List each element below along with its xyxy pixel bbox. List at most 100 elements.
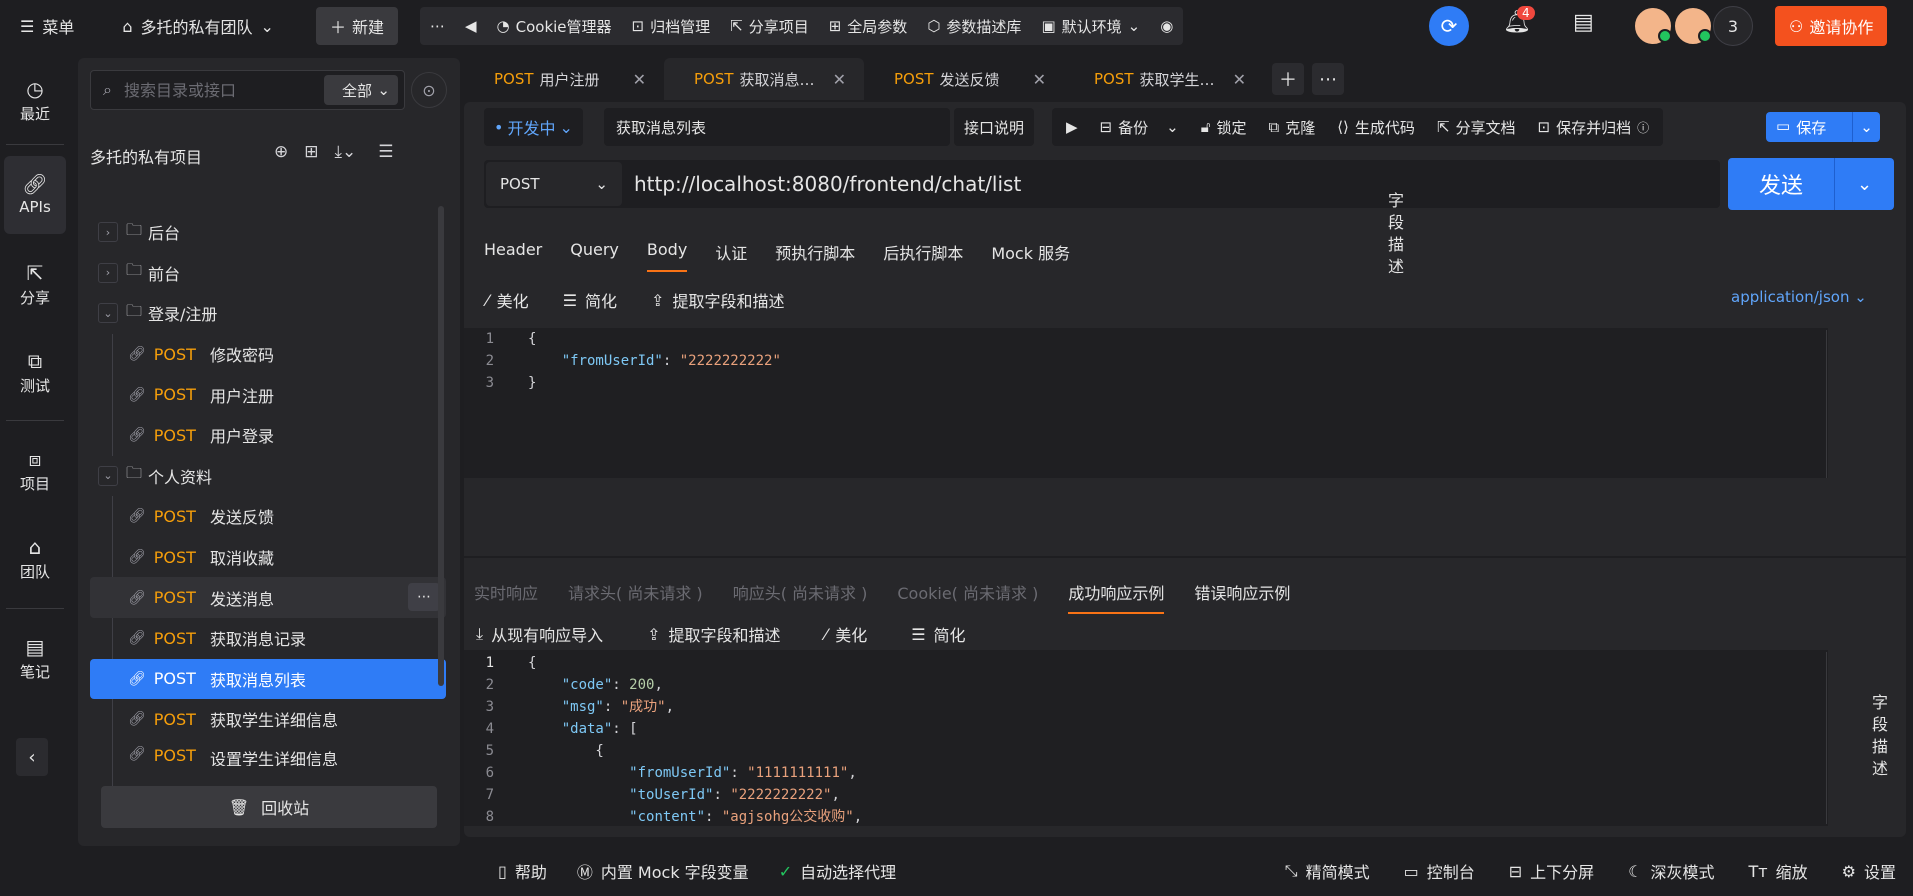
simplify-button[interactable]: ☰ 简化 xyxy=(911,622,965,646)
eye-icon[interactable]: ◉ xyxy=(1160,17,1173,35)
search-input[interactable] xyxy=(123,80,324,100)
collapse-nav-button[interactable]: ‹ xyxy=(16,738,48,776)
tab-pre-script[interactable]: 预执行脚本 xyxy=(775,240,855,272)
notes-icon[interactable]: ▤ xyxy=(1573,10,1594,35)
nav-share[interactable]: ⇱ 分享 xyxy=(4,246,66,324)
close-icon[interactable]: ✕ xyxy=(1233,70,1246,89)
dark-mode-button[interactable]: ☾ 深灰模式 xyxy=(1628,859,1714,883)
avatar[interactable] xyxy=(1633,6,1673,46)
param-desc-lib-button[interactable]: ⬡ 参数描述库 xyxy=(927,16,1021,37)
auto-proxy-button[interactable]: ✓ 自动选择代理 xyxy=(779,859,896,883)
cookie-manager-button[interactable]: ◔ Cookie管理器 xyxy=(497,16,612,37)
zoom-button[interactable]: Tт 缩放 xyxy=(1749,859,1808,883)
add-folder-icon[interactable]: ⊞ xyxy=(304,142,318,162)
member-count[interactable]: 3 xyxy=(1713,6,1753,46)
content-type-select[interactable]: application/json ⌄ xyxy=(1731,288,1867,306)
env-selector[interactable]: ▣ 默认环境 ⌄ xyxy=(1041,16,1140,37)
nav-test[interactable]: ⧉ 测试 xyxy=(4,334,66,412)
nav-team[interactable]: ⌂ 团队 xyxy=(4,520,66,598)
chevron-down-icon[interactable]: ⌄ xyxy=(1834,158,1894,210)
nav-apis[interactable]: 🔗︎ APIs xyxy=(4,156,66,234)
global-params-button[interactable]: ⊞ 全局参数 xyxy=(829,16,908,37)
avatar[interactable] xyxy=(1673,6,1713,46)
tab-send-feedback[interactable]: POST 发送反馈 ✕ xyxy=(864,58,1064,100)
compact-mode-button[interactable]: ⤡ 精简模式 xyxy=(1285,859,1370,883)
field-description-toggle[interactable]: 字段描述 xyxy=(1866,692,1894,780)
extract-fields-button[interactable]: ⇪ 提取字段和描述 xyxy=(651,288,784,312)
tab-header[interactable]: Header xyxy=(484,240,542,272)
share-project-button[interactable]: ⇱ 分享项目 xyxy=(730,16,809,37)
invite-button[interactable]: ⚇ 邀请协作 xyxy=(1775,6,1888,46)
tab-get-message-list[interactable]: POST 获取消息… ✕ xyxy=(664,58,864,100)
nav-projects[interactable]: ⧈ 项目 xyxy=(4,432,66,510)
field-description-toggle[interactable]: 字段描述 xyxy=(1382,190,1410,278)
tab-post-script[interactable]: 后执行脚本 xyxy=(883,240,963,272)
simplify-button[interactable]: ☰ 简化 xyxy=(563,288,617,312)
status-select[interactable]: • 开发中 ⌄ xyxy=(484,108,583,146)
save-archive-button[interactable]: ⊡ 保存并归档 ⓘ xyxy=(1538,117,1650,138)
tab-error-example[interactable]: 错误响应示例 xyxy=(1194,580,1290,614)
more-icon[interactable]: ⋯ xyxy=(408,583,440,612)
save-button[interactable]: ▭ 保存 ⌄ xyxy=(1766,112,1880,142)
chevron-down-icon[interactable]: ⌄ xyxy=(1852,112,1880,142)
tab-success-example[interactable]: 成功响应示例 xyxy=(1068,580,1165,614)
beautify-button[interactable]: ⁄ 美化 xyxy=(825,622,868,646)
api-item[interactable]: 🔗︎ POST 获取消息记录 xyxy=(90,618,446,659)
api-item[interactable]: 🔗︎ POST 设置学生详细信息 xyxy=(90,740,446,766)
tab-response-headers[interactable]: 响应头( 尚未请求 ) xyxy=(733,580,868,614)
console-button[interactable]: ▭ 控制台 xyxy=(1404,859,1475,883)
folder-backend[interactable]: › 🗀︎ 后台 xyxy=(90,212,446,253)
api-item[interactable]: 🔗︎ POST 发送消息 ⋯ xyxy=(90,577,446,618)
collapse-all-icon[interactable]: ☰ xyxy=(378,142,393,162)
generate-code-button[interactable]: ⟨⟩ 生成代码 xyxy=(1337,117,1415,138)
more-icon[interactable]: ⋯ xyxy=(430,17,445,35)
settings-button[interactable]: ⚙ 设置 xyxy=(1842,859,1896,883)
import-response-button[interactable]: ⤓ 从现有响应导入 xyxy=(476,622,603,646)
add-api-icon[interactable]: ⊕ xyxy=(274,142,288,162)
add-tab-button[interactable]: ＋ xyxy=(1272,63,1304,95)
tab-request-headers[interactable]: 请求头( 尚未请求 ) xyxy=(568,580,703,614)
api-item[interactable]: 🔗︎ POST 发送反馈 xyxy=(90,496,446,537)
folder-auth[interactable]: ⌄ 🗀︎ 登录/注册 xyxy=(90,293,446,334)
tab-register[interactable]: POST 用户注册 ✕ xyxy=(464,58,664,100)
tab-cookies[interactable]: Cookie( 尚未请求 ) xyxy=(897,580,1038,614)
sync-button[interactable]: ⟳ xyxy=(1429,6,1469,46)
nav-notes[interactable]: ▤ 笔记 xyxy=(4,620,66,698)
folder-frontend[interactable]: › 🗀︎ 前台 xyxy=(90,253,446,294)
run-button[interactable]: ▶ xyxy=(1066,118,1078,136)
close-icon[interactable]: ✕ xyxy=(833,70,846,89)
beautify-button[interactable]: ⁄ 美化 xyxy=(486,288,529,312)
team-selector[interactable]: ⌂ 多托的私有团队 ⌄ xyxy=(122,14,274,38)
import-icon[interactable]: ⤓⌄ xyxy=(335,142,357,162)
send-button[interactable]: 发送 ⌄ xyxy=(1728,158,1894,210)
locate-button[interactable]: ⊙ xyxy=(411,72,447,108)
folder-profile[interactable]: ⌄ 🗀︎ 个人资料 xyxy=(90,456,446,497)
backup-button[interactable]: ⊟ 备份 ⌄ xyxy=(1100,117,1179,138)
split-view-button[interactable]: ⊟ 上下分屏 xyxy=(1509,859,1594,883)
lock-button[interactable]: 🔓︎ 锁定 xyxy=(1201,117,1247,138)
sidebar-scrollbar[interactable] xyxy=(438,206,444,686)
api-item[interactable]: 🔗︎ POST 用户登录 xyxy=(90,415,446,456)
tab-get-student[interactable]: POST 获取学生… ✕ xyxy=(1064,58,1264,100)
share-doc-button[interactable]: ⇱ 分享文档 xyxy=(1437,117,1516,138)
help-button[interactable]: ▯ 帮助 xyxy=(498,859,547,883)
recycle-bin-button[interactable]: 🗑︎ 回收站 xyxy=(101,786,437,828)
mock-vars-button[interactable]: Ⓜ 内置 Mock 字段变量 xyxy=(577,859,749,883)
extract-fields-button[interactable]: ⇪ 提取字段和描述 xyxy=(647,622,780,646)
url-input[interactable] xyxy=(634,172,1720,196)
nav-recent[interactable]: ◷ 最近 xyxy=(4,62,66,140)
menu-button[interactable]: ☰ 菜单 xyxy=(20,14,74,38)
archive-manage-button[interactable]: ⊡ 归档管理 xyxy=(632,16,711,37)
tab-auth[interactable]: 认证 xyxy=(715,240,747,272)
clone-button[interactable]: ⧉ 克隆 xyxy=(1268,117,1315,138)
close-icon[interactable]: ✕ xyxy=(633,70,646,89)
api-name-field[interactable]: 获取消息列表 xyxy=(604,108,950,146)
api-description-button[interactable]: 接口说明 xyxy=(954,108,1034,146)
close-icon[interactable]: ✕ xyxy=(1033,70,1046,89)
api-item[interactable]: 🔗︎ POST 取消收藏 xyxy=(90,537,446,578)
play-left-icon[interactable]: ◀ xyxy=(465,17,477,35)
tab-body[interactable]: Body xyxy=(646,240,688,272)
splitter[interactable] xyxy=(464,556,1906,558)
tab-mock[interactable]: Mock 服务 xyxy=(991,240,1070,272)
api-item[interactable]: 🔗︎ POST 用户注册 xyxy=(90,374,446,415)
